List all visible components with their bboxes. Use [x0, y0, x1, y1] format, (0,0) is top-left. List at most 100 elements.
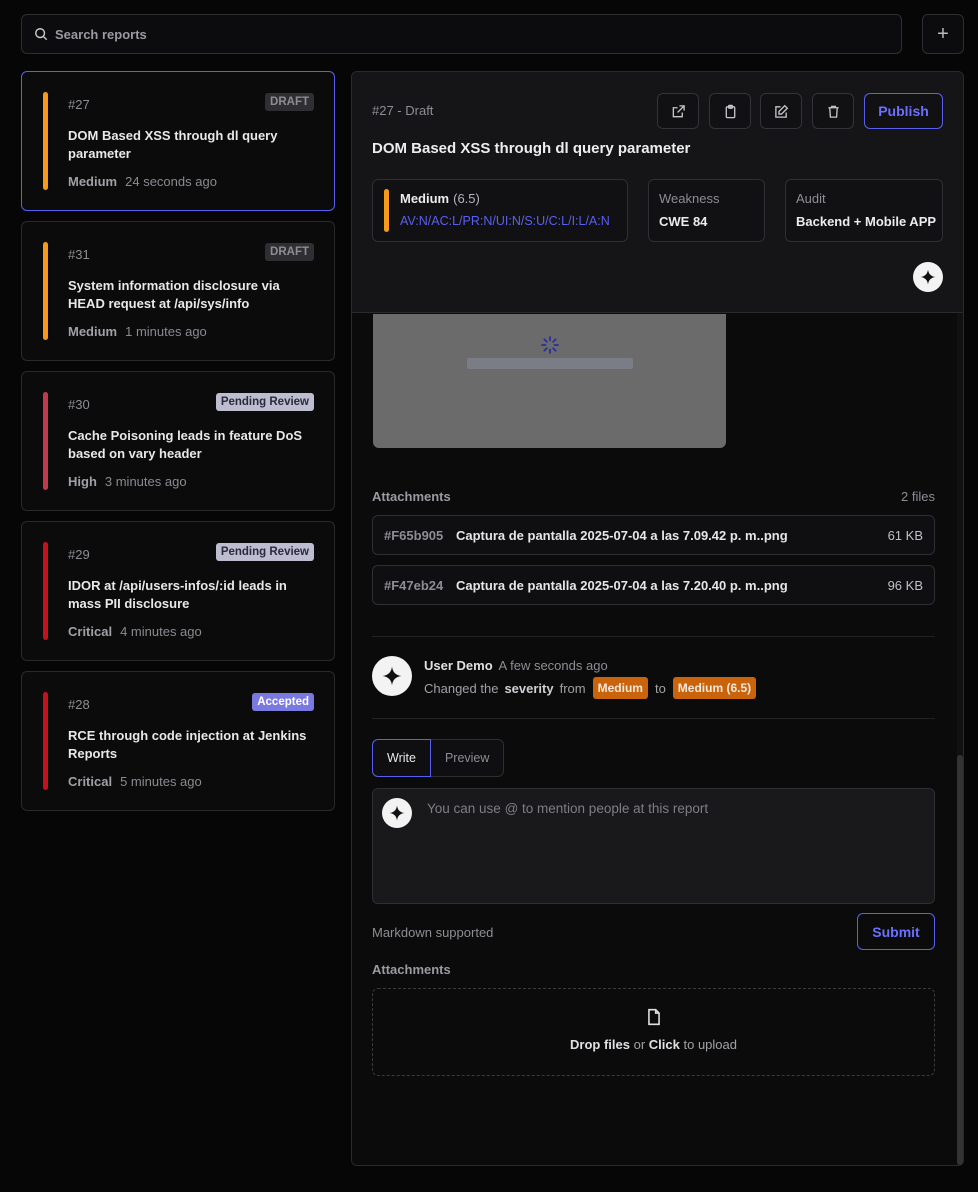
ai-assistant-button[interactable] [913, 262, 943, 292]
search-icon [35, 28, 48, 41]
activity-text: Changed the severity from Medium to Medi… [424, 677, 763, 699]
open-external-button[interactable] [657, 93, 699, 129]
publish-button[interactable]: Publish [864, 93, 943, 129]
severity-from-tag: Medium [592, 677, 648, 699]
attachment-name: Captura de pantalla 2025-07-04 a las 7.2… [456, 578, 788, 593]
severity-label: High [68, 474, 97, 489]
severity-score: (6.5) [453, 191, 480, 206]
report-detail: #27 - Draft DOM Based XSS through dl que… [351, 71, 964, 1166]
severity-indicator [43, 92, 48, 190]
search-input[interactable] [55, 26, 901, 42]
report-card-title: RCE through code injection at Jenkins Re… [68, 728, 307, 761]
click-label[interactable]: Click [649, 1037, 680, 1052]
severity-indicator [43, 692, 48, 790]
screenshot-preview[interactable] [373, 314, 726, 448]
report-card-title: DOM Based XSS through dl query parameter [68, 128, 278, 161]
report-number: #28 [68, 697, 90, 712]
report-card[interactable]: #29 Pending Review IDOR at /api/users-in… [21, 521, 335, 661]
external-link-icon [672, 104, 685, 117]
audit-label: Audit [796, 191, 826, 206]
report-card-meta: Medium 1 minutes ago [68, 324, 207, 339]
submit-button[interactable]: Submit [857, 913, 935, 950]
sparkle-icon [389, 805, 405, 821]
report-time: 4 minutes ago [120, 624, 202, 639]
report-card-title: System information disclosure via HEAD r… [68, 278, 280, 311]
editor-tabs: Write Preview [372, 739, 505, 777]
status-badge: DRAFT [265, 93, 314, 111]
report-time: 3 minutes ago [104, 474, 187, 489]
severity-to-tag: Medium (6.5) [672, 677, 757, 699]
file-dropzone[interactable]: Drop files or Click to upload [372, 988, 935, 1076]
tab-preview[interactable]: Preview [430, 739, 505, 777]
ai-assistant-button[interactable] [382, 798, 412, 828]
audit-value: Backend + Mobile APP [796, 214, 937, 229]
plus-icon: + [937, 22, 949, 45]
severity-label: Medium [68, 174, 118, 189]
severity-indicator [384, 189, 389, 232]
status-badge: DRAFT [265, 243, 314, 261]
activity-from-word: from [559, 680, 586, 696]
file-icon [648, 1008, 660, 1026]
attachments-count: 2 files [901, 489, 935, 504]
activity-to-word: to [654, 680, 666, 696]
attachment-size: 61 KB [887, 528, 923, 543]
report-card-meta: High 3 minutes ago [68, 474, 187, 489]
sparkle-icon [382, 666, 402, 686]
attachment-size: 96 KB [887, 578, 923, 593]
delete-button[interactable] [812, 93, 854, 129]
severity-label: Critical [68, 774, 113, 789]
loading-spinner-icon [541, 336, 559, 354]
copy-button[interactable] [709, 93, 751, 129]
weakness-value: CWE 84 [659, 214, 708, 229]
divider [372, 718, 935, 719]
scrollbar-thumb[interactable] [957, 755, 963, 1165]
sparkle-icon [920, 269, 936, 285]
upload-suffix: to upload [683, 1037, 737, 1052]
activity-user[interactable]: User Demo [424, 658, 493, 673]
report-list: #27 DRAFT DOM Based XSS through dl query… [21, 71, 335, 821]
drop-files-label: Drop files [570, 1037, 630, 1052]
report-time: 1 minutes ago [125, 324, 207, 339]
activity-header: User Demo A few seconds ago [424, 658, 608, 673]
upload-heading: Attachments [372, 962, 451, 977]
severity-indicator [43, 542, 48, 640]
report-card[interactable]: #27 DRAFT DOM Based XSS through dl query… [21, 71, 335, 211]
attachment-hash: #F65b905 [384, 528, 444, 543]
report-card[interactable]: #31 DRAFT System information disclosure … [21, 221, 335, 361]
attachment-row[interactable]: #F65b905 Captura de pantalla 2025-07-04 … [372, 515, 935, 555]
attachments-heading: Attachments [372, 489, 451, 504]
or-word: or [633, 1037, 646, 1052]
report-number: #29 [68, 547, 90, 562]
report-number: #30 [68, 397, 90, 412]
attachment-row[interactable]: #F47eb24 Captura de pantalla 2025-07-04 … [372, 565, 935, 605]
status-badge: Pending Review [215, 543, 314, 561]
attachment-hash: #F47eb24 [384, 578, 444, 593]
activity-field: severity [504, 680, 554, 696]
report-number: #27 [68, 97, 90, 112]
report-card-meta: Medium 24 seconds ago [68, 174, 217, 189]
edit-button[interactable] [760, 93, 802, 129]
severity-label: Medium [400, 191, 450, 206]
audit-box: Audit Backend + Mobile APP [785, 179, 943, 242]
report-card-title: IDOR at /api/users-infos/:id leads in ma… [68, 578, 287, 611]
report-number: #31 [68, 247, 90, 262]
report-time: 24 seconds ago [125, 174, 217, 189]
severity-label: Critical [68, 624, 113, 639]
trash-icon [827, 105, 839, 118]
edit-icon [774, 104, 788, 118]
cvss-vector[interactable]: AV:N/AC:L/PR:N/UI:N/S:U/C:L/I:L/A:N [400, 214, 610, 228]
status-badge: Pending Review [215, 393, 314, 411]
report-card-meta: Critical 5 minutes ago [68, 774, 202, 789]
add-report-button[interactable]: + [922, 14, 964, 54]
tab-write[interactable]: Write [372, 739, 431, 777]
severity-indicator [43, 392, 48, 490]
markdown-note: Markdown supported [372, 925, 494, 940]
report-card[interactable]: #30 Pending Review Cache Poisoning leads… [21, 371, 335, 511]
attachment-name: Captura de pantalla 2025-07-04 a las 7.0… [456, 528, 788, 543]
search-bar[interactable] [21, 14, 902, 54]
weakness-box: Weakness CWE 84 [648, 179, 765, 242]
report-card[interactable]: #28 Accepted RCE through code injection … [21, 671, 335, 811]
comment-input[interactable] [427, 801, 917, 891]
comment-box [372, 788, 935, 904]
report-title: DOM Based XSS through dl query parameter [372, 140, 691, 157]
